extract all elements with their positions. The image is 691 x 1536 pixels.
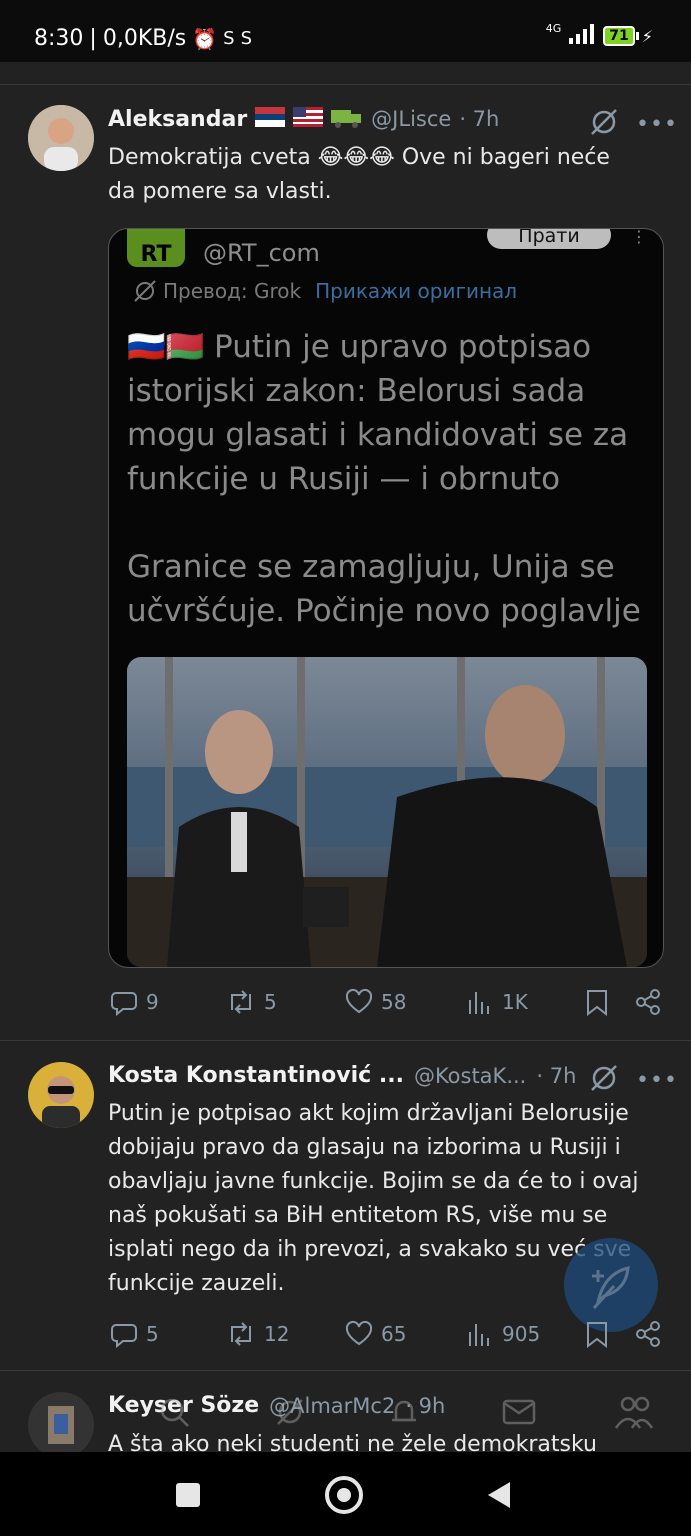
alarm-icon: ⏰ <box>192 26 218 51</box>
more-options-icon[interactable]: ••• <box>636 112 678 137</box>
network-type: 4G <box>545 21 562 35</box>
tweet-time[interactable]: · 7h <box>536 1064 576 1088</box>
quoted-text: 🇷🇺🇧🇾 Putin je upravo potpisao istorijski… <box>127 329 641 629</box>
quoted-handle: @RT_com <box>203 239 320 267</box>
divider <box>0 1370 691 1371</box>
quoted-photo[interactable] <box>127 657 647 967</box>
author-name[interactable]: Aleksandar <box>108 107 247 132</box>
reply-count: 5 <box>146 1322 159 1346</box>
bookmark-button[interactable] <box>584 1320 610 1348</box>
tab-communities-icon[interactable] <box>614 1394 654 1430</box>
system-navigation-bar <box>0 1452 691 1536</box>
views-count: 905 <box>502 1322 541 1346</box>
bookmark-icon <box>587 990 607 1016</box>
status-left: 8:30 | 0,0KB/s ⏰ S S <box>34 26 252 51</box>
signal-icon <box>569 24 595 48</box>
translation-row: Превод: Grok Прикажи оригинал <box>133 279 517 303</box>
repost-count: 5 <box>264 990 277 1014</box>
reply-button[interactable]: 9 <box>110 988 159 1016</box>
like-button[interactable]: 65 <box>345 1320 406 1348</box>
avatar[interactable] <box>28 1062 94 1128</box>
rt-logo-icon: RT <box>127 229 185 267</box>
repost-button[interactable]: 5 <box>226 988 277 1016</box>
tweet-header: Kosta Konstantinović ... @KostaK... · 7h <box>108 1063 576 1088</box>
app-notification-icon: S <box>223 28 235 49</box>
translation-label: Превод: Grok <box>163 279 302 303</box>
clock: 8:30 <box>34 26 84 51</box>
heart-icon <box>345 1320 373 1346</box>
truck-icon <box>331 106 363 132</box>
tab-search-icon[interactable] <box>158 1396 190 1428</box>
avatar[interactable] <box>28 105 94 171</box>
tweet-text: Demokratija cveta 😂😂😂 Ove ni bageri neće… <box>108 145 610 204</box>
divider <box>0 84 691 85</box>
show-original-link[interactable]: Прикажи оригинал <box>315 279 517 303</box>
quoted-tweet[interactable]: RT @RT_com Прати ⋮ Превод: Grok Прикажи … <box>108 228 664 968</box>
battery-icon: 71 ⚡ <box>603 26 653 46</box>
views-icon <box>469 992 489 1014</box>
repost-count: 12 <box>264 1322 290 1346</box>
serbia-flag-icon <box>255 107 286 131</box>
share-button[interactable] <box>634 1320 662 1348</box>
reply-icon <box>111 992 137 1016</box>
author-handle[interactable]: @JLisce <box>371 107 451 131</box>
like-count: 58 <box>381 990 407 1014</box>
repost-icon <box>231 1322 251 1346</box>
views-count: 1K <box>502 990 528 1014</box>
author-handle[interactable]: @KostaK... <box>414 1064 526 1088</box>
tweet-time[interactable]: · 7h <box>459 107 499 131</box>
grok-icon[interactable] <box>588 1062 620 1098</box>
share-button[interactable] <box>634 988 662 1016</box>
bookmark-icon <box>587 1322 607 1348</box>
compose-feather-icon <box>592 1266 630 1310</box>
battery-level: 71 <box>603 26 635 46</box>
reply-button[interactable]: 5 <box>110 1320 159 1348</box>
follow-button[interactable]: Прати <box>487 229 611 249</box>
quote-more-icon: ⋮ <box>631 228 647 246</box>
compose-button[interactable] <box>564 1238 658 1332</box>
repost-button[interactable]: 12 <box>226 1320 289 1348</box>
home-button[interactable] <box>325 1476 363 1514</box>
reply-icon <box>111 1324 137 1348</box>
app-notification-icon-2: S <box>240 28 252 49</box>
author-name[interactable]: Kosta Konstantinović ... <box>108 1063 404 1088</box>
more-options-icon[interactable]: ••• <box>636 1068 678 1093</box>
network-speed: 0,0KB/s <box>102 26 187 51</box>
grok-icon <box>134 280 156 302</box>
tab-messages-icon[interactable] <box>502 1396 536 1428</box>
views-icon <box>469 1324 489 1346</box>
like-count: 65 <box>381 1322 407 1346</box>
recent-apps-button[interactable] <box>176 1483 200 1507</box>
bookmark-button[interactable] <box>584 988 610 1016</box>
back-button[interactable] <box>486 1480 512 1510</box>
reply-count: 9 <box>146 990 159 1014</box>
status-bar: 8:30 | 0,0KB/s ⏰ S S 4G 71 ⚡ <box>0 0 691 62</box>
views-button[interactable]: 1K <box>466 988 528 1016</box>
views-button[interactable]: 905 <box>466 1320 540 1348</box>
heart-icon <box>345 988 373 1014</box>
tab-grok-icon[interactable] <box>274 1396 306 1428</box>
tweet-header: Aleksandar @JLisce · 7h <box>108 106 499 132</box>
share-icon <box>636 989 660 1015</box>
like-button[interactable]: 58 <box>345 988 406 1016</box>
tab-notifications-icon[interactable] <box>388 1396 420 1428</box>
usa-flag-icon <box>293 107 324 131</box>
grok-icon[interactable] <box>588 106 620 142</box>
status-right: 4G 71 ⚡ <box>545 21 653 48</box>
repost-icon <box>231 990 251 1014</box>
share-icon <box>636 1321 660 1347</box>
divider <box>0 1040 691 1041</box>
bottom-tab-bar <box>0 1388 691 1452</box>
